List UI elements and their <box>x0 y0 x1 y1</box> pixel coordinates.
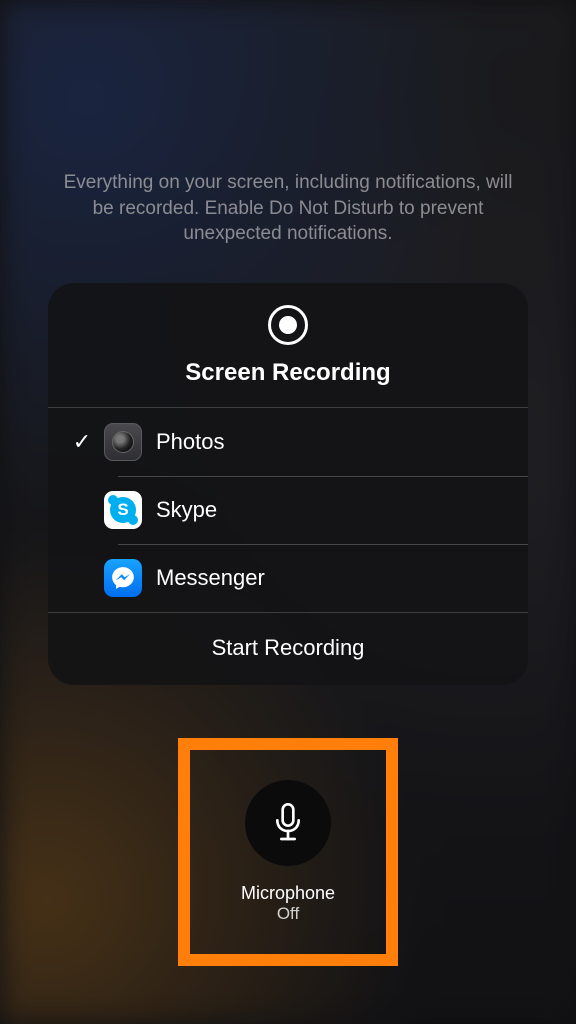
record-icon <box>268 305 308 345</box>
instruction-text: Everything on your screen, including not… <box>0 170 576 247</box>
panel-title: Screen Recording <box>48 359 528 387</box>
start-recording-button[interactable]: Start Recording <box>48 612 528 685</box>
annotation-highlight: Microphone Off <box>178 738 398 966</box>
skype-app-icon: S <box>104 491 142 529</box>
microphone-toggle-button[interactable] <box>245 780 331 866</box>
messenger-app-icon <box>104 559 142 597</box>
app-label: Messenger <box>156 565 265 591</box>
microphone-label: Microphone <box>241 882 335 905</box>
screen-recording-panel: Screen Recording ✓ Photos S Skype Messen… <box>48 283 528 685</box>
app-row-messenger[interactable]: Messenger <box>48 544 528 612</box>
microphone-state: Off <box>277 904 299 924</box>
panel-header: Screen Recording <box>48 283 528 408</box>
app-label: Skype <box>156 497 217 523</box>
app-row-photos[interactable]: ✓ Photos <box>48 408 528 476</box>
photos-app-icon <box>104 423 142 461</box>
microphone-icon <box>271 803 305 843</box>
app-label: Photos <box>156 429 225 455</box>
checkmark-icon: ✓ <box>66 429 98 455</box>
app-list: ✓ Photos S Skype Messenger <box>48 408 528 612</box>
app-row-skype[interactable]: S Skype <box>48 476 528 544</box>
